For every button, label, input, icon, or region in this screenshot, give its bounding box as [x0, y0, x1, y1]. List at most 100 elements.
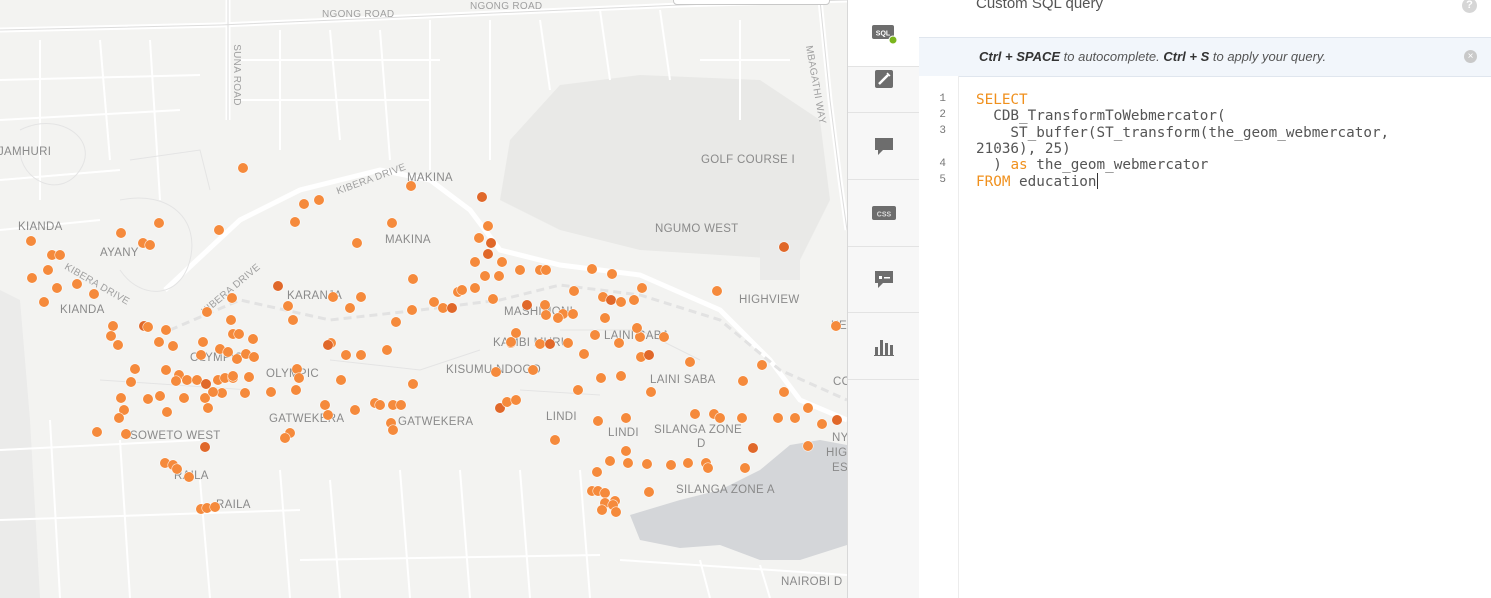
education-point-marker[interactable]	[646, 387, 656, 397]
education-point-marker[interactable]	[314, 195, 324, 205]
education-point-marker[interactable]	[89, 289, 99, 299]
education-point-marker[interactable]	[737, 413, 747, 423]
education-point-marker[interactable]	[522, 300, 532, 310]
education-point-marker[interactable]	[249, 352, 259, 362]
education-point-marker[interactable]	[515, 265, 525, 275]
education-point-marker[interactable]	[388, 425, 398, 435]
education-point-marker[interactable]	[200, 442, 210, 452]
education-point-marker[interactable]	[143, 322, 153, 332]
education-point-marker[interactable]	[563, 338, 573, 348]
education-point-marker[interactable]	[621, 413, 631, 423]
education-point-marker[interactable]	[488, 294, 498, 304]
education-point-marker[interactable]	[154, 337, 164, 347]
education-point-marker[interactable]	[154, 218, 164, 228]
education-point-marker[interactable]	[511, 395, 521, 405]
education-point-marker[interactable]	[179, 393, 189, 403]
sql-code-editor[interactable]: SELECT CDB_TransformToWebmercator( ST_bu…	[976, 92, 1389, 191]
education-point-marker[interactable]	[320, 400, 330, 410]
education-point-marker[interactable]	[550, 435, 560, 445]
education-point-marker[interactable]	[408, 379, 418, 389]
education-point-marker[interactable]	[238, 163, 248, 173]
education-point-marker[interactable]	[447, 303, 457, 313]
education-point-marker[interactable]	[477, 192, 487, 202]
education-point-marker[interactable]	[568, 309, 578, 319]
education-point-marker[interactable]	[573, 385, 583, 395]
education-point-marker[interactable]	[606, 295, 616, 305]
education-point-marker[interactable]	[283, 301, 293, 311]
education-point-marker[interactable]	[350, 405, 360, 415]
education-point-marker[interactable]	[328, 292, 338, 302]
education-point-marker[interactable]	[202, 307, 212, 317]
education-point-marker[interactable]	[184, 472, 194, 482]
education-point-marker[interactable]	[491, 367, 501, 377]
education-point-marker[interactable]	[642, 459, 652, 469]
education-point-marker[interactable]	[72, 279, 82, 289]
education-point-marker[interactable]	[280, 433, 290, 443]
map-control-box[interactable]	[673, 0, 830, 5]
education-point-marker[interactable]	[208, 387, 218, 397]
education-point-marker[interactable]	[685, 357, 695, 367]
education-point-marker[interactable]	[470, 257, 480, 267]
education-point-marker[interactable]	[273, 281, 283, 291]
education-point-marker[interactable]	[600, 313, 610, 323]
education-point-marker[interactable]	[336, 375, 346, 385]
education-point-marker[interactable]	[145, 240, 155, 250]
education-point-marker[interactable]	[597, 505, 607, 515]
education-point-marker[interactable]	[483, 249, 493, 259]
education-point-marker[interactable]	[55, 250, 65, 260]
education-point-marker[interactable]	[683, 458, 693, 468]
education-point-marker[interactable]	[590, 330, 600, 340]
education-point-marker[interactable]	[203, 403, 213, 413]
education-point-marker[interactable]	[43, 265, 53, 275]
education-point-marker[interactable]	[703, 463, 713, 473]
education-point-marker[interactable]	[407, 305, 417, 315]
close-icon[interactable]: ×	[1464, 50, 1477, 63]
education-point-marker[interactable]	[494, 271, 504, 281]
education-point-marker[interactable]	[210, 502, 220, 512]
education-point-marker[interactable]	[52, 283, 62, 293]
education-point-marker[interactable]	[171, 376, 181, 386]
education-point-marker[interactable]	[198, 337, 208, 347]
education-point-marker[interactable]	[715, 413, 725, 423]
education-point-marker[interactable]	[382, 345, 392, 355]
education-point-marker[interactable]	[611, 507, 621, 517]
education-point-marker[interactable]	[712, 286, 722, 296]
education-point-marker[interactable]	[690, 409, 700, 419]
education-point-marker[interactable]	[579, 349, 589, 359]
education-point-marker[interactable]	[39, 297, 49, 307]
education-point-marker[interactable]	[113, 340, 123, 350]
education-point-marker[interactable]	[540, 300, 550, 310]
education-point-marker[interactable]	[26, 236, 36, 246]
education-point-marker[interactable]	[406, 181, 416, 191]
education-point-marker[interactable]	[614, 338, 624, 348]
education-point-marker[interactable]	[375, 400, 385, 410]
education-point-marker[interactable]	[587, 264, 597, 274]
education-point-marker[interactable]	[155, 391, 165, 401]
education-point-marker[interactable]	[592, 467, 602, 477]
help-icon[interactable]: ?	[1462, 0, 1477, 13]
education-point-marker[interactable]	[106, 331, 116, 341]
education-point-marker[interactable]	[291, 385, 301, 395]
education-point-marker[interactable]	[323, 340, 333, 350]
education-point-marker[interactable]	[130, 364, 140, 374]
education-point-marker[interactable]	[217, 388, 227, 398]
education-point-marker[interactable]	[474, 233, 484, 243]
education-point-marker[interactable]	[223, 347, 233, 357]
education-point-marker[interactable]	[593, 416, 603, 426]
education-point-marker[interactable]	[27, 273, 37, 283]
education-point-marker[interactable]	[831, 321, 841, 331]
education-point-marker[interactable]	[497, 257, 507, 267]
education-point-marker[interactable]	[790, 413, 800, 423]
education-point-marker[interactable]	[226, 315, 236, 325]
education-point-marker[interactable]	[748, 443, 758, 453]
education-point-marker[interactable]	[240, 388, 250, 398]
education-point-marker[interactable]	[161, 365, 171, 375]
education-point-marker[interactable]	[553, 313, 563, 323]
map-view[interactable]: NGONG ROAD NGONG ROAD SUNA ROAD MBAGATHI…	[0, 0, 847, 598]
education-point-marker[interactable]	[535, 339, 545, 349]
education-point-marker[interactable]	[345, 303, 355, 313]
education-point-marker[interactable]	[832, 415, 842, 425]
education-point-marker[interactable]	[773, 413, 783, 423]
education-point-marker[interactable]	[757, 360, 767, 370]
education-point-marker[interactable]	[228, 371, 238, 381]
